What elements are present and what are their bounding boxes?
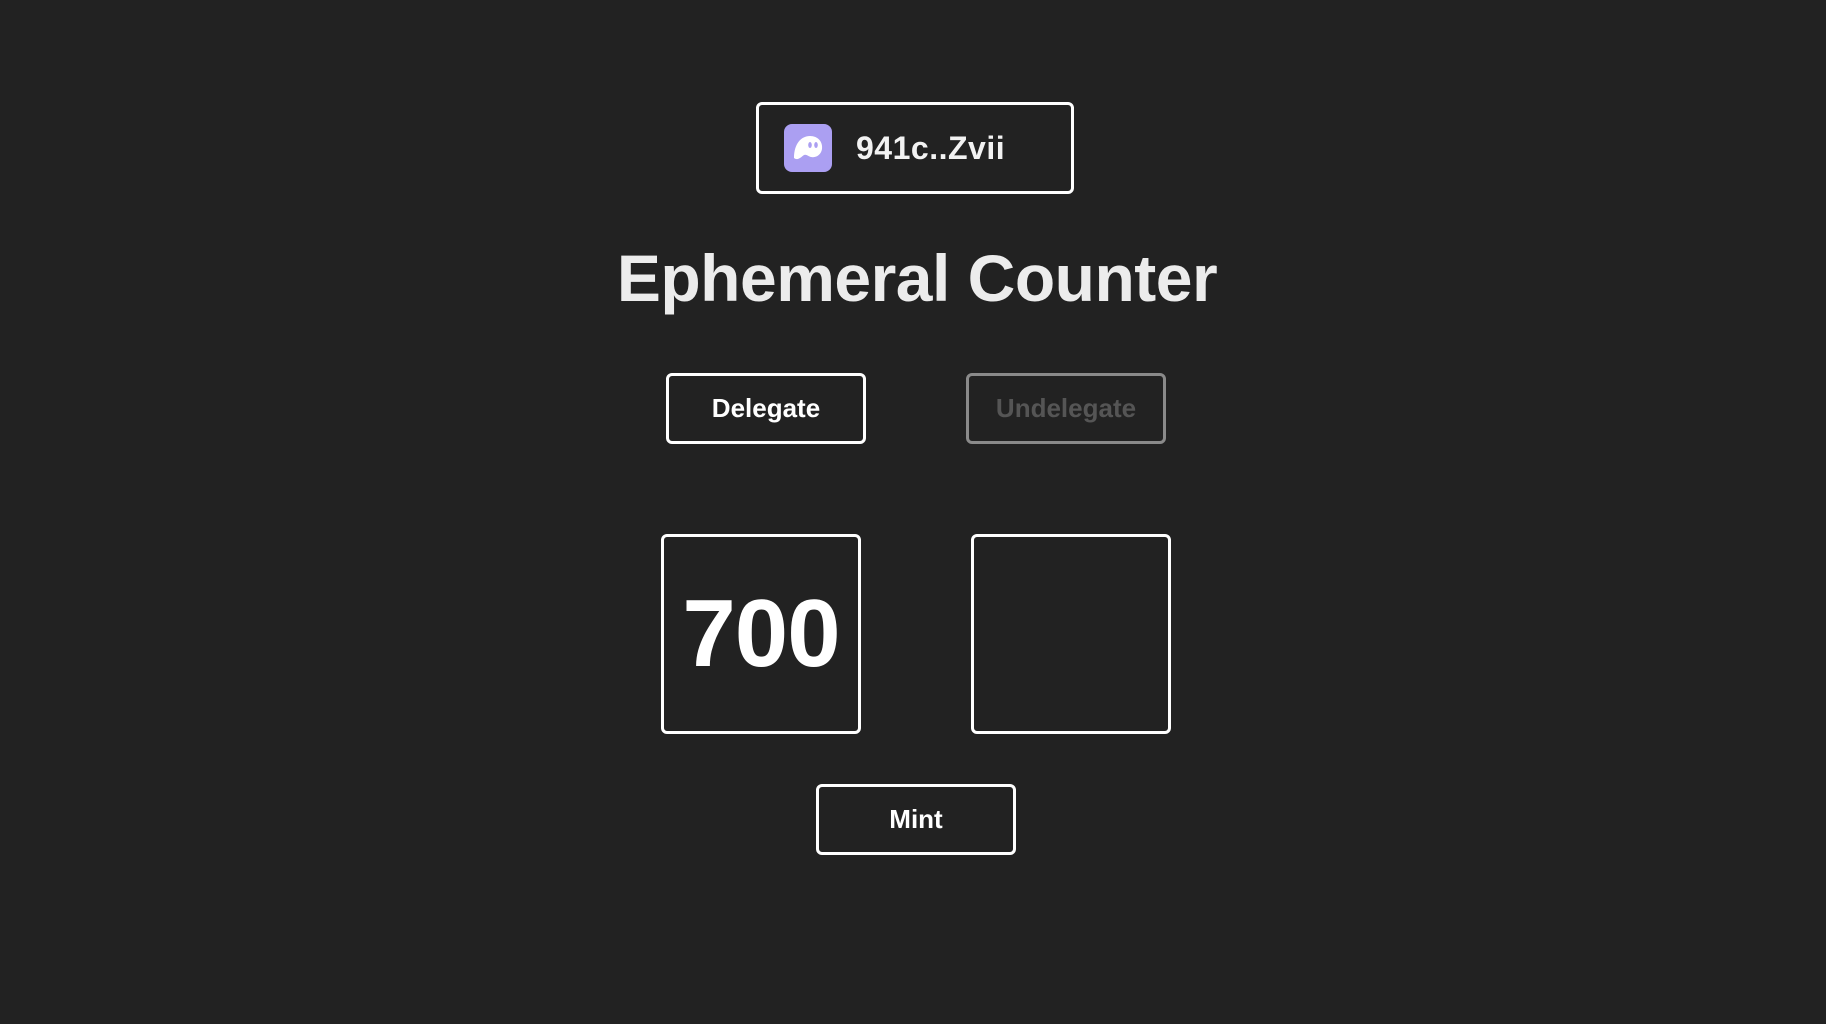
counter-box-main: 700 <box>661 534 861 734</box>
phantom-ghost-icon <box>784 124 832 172</box>
undelegate-button[interactable]: Undelegate <box>966 373 1166 444</box>
page-title: Ephemeral Counter <box>616 241 1218 315</box>
wallet-address: 941c..Zvii <box>856 129 1006 166</box>
counter-box-ephemeral <box>971 534 1171 734</box>
delegate-button[interactable]: Delegate <box>666 373 866 444</box>
wallet-connect-button[interactable]: 941c..Zvii <box>756 102 1074 194</box>
counter-value-main: 700 <box>682 580 840 687</box>
mint-button[interactable]: Mint <box>816 784 1016 855</box>
page: 941c..Zvii Ephemeral Counter Delegate Un… <box>0 0 1826 1024</box>
